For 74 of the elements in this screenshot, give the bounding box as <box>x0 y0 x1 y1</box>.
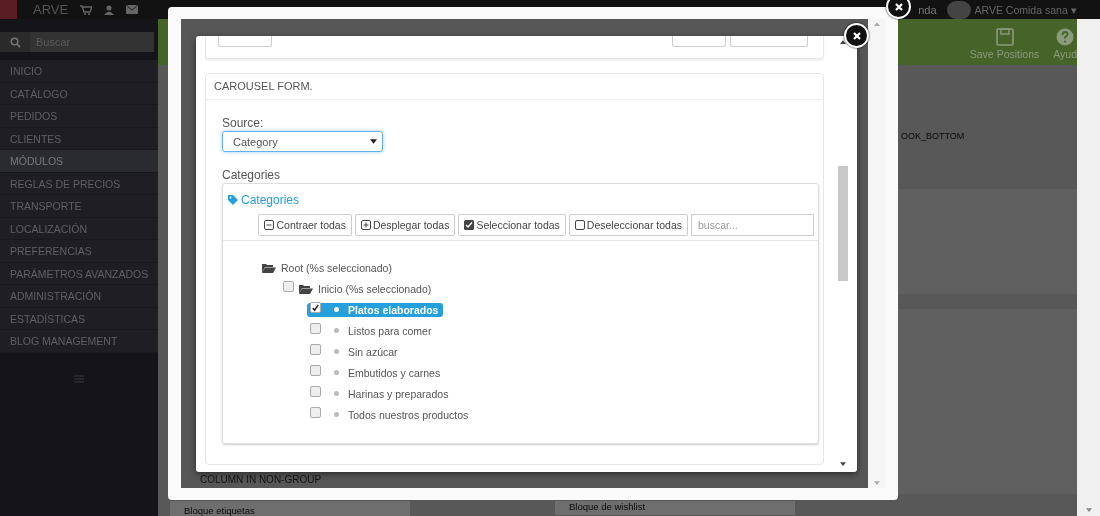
sidebar-item[interactable]: ESTADÍSTICAS <box>0 307 158 330</box>
folder-icon <box>262 262 276 273</box>
hook-label: OOK_BOTTOM <box>901 131 966 141</box>
bullet-icon <box>334 412 339 417</box>
bullet-icon <box>334 391 339 396</box>
user-menu[interactable]: ARVE Comida sana ▾ <box>974 3 1077 16</box>
mail-icon[interactable] <box>126 5 139 14</box>
avatar-icon <box>946 0 971 19</box>
module-card: Bloque etiquetas <box>170 501 410 516</box>
checkbox[interactable] <box>310 386 321 397</box>
tree-action-button[interactable]: Seleccionar todas <box>458 214 566 236</box>
checked-box-icon <box>464 220 475 230</box>
field-label: Categories <box>222 168 281 182</box>
scrollbar[interactable] <box>1077 19 1100 516</box>
checkbox[interactable] <box>310 344 321 355</box>
checkbox[interactable] <box>310 407 321 418</box>
tree-item[interactable]: Harinas y preparados <box>348 387 449 400</box>
source-select[interactable]: Category <box>222 131 383 152</box>
section-label: COLUMN IN NON-GROUP <box>200 474 322 486</box>
tag-icon <box>228 195 238 205</box>
cut-off-button[interactable] <box>672 36 726 47</box>
sidebar-item[interactable]: PREFERENCIAS <box>0 240 158 263</box>
sidebar-item[interactable]: TRANSPORTE <box>0 195 158 218</box>
sidebar-item[interactable]: PEDIDOS <box>0 105 158 128</box>
toolbar-button[interactable]: Ayud <box>1053 28 1077 60</box>
plus-square-icon <box>360 220 371 230</box>
folder-icon <box>299 283 313 294</box>
shop-link[interactable]: nda <box>918 3 937 16</box>
sidebar-item[interactable]: ADMINISTRACIÓN <box>0 285 158 308</box>
tree-item[interactable]: Sin azúcar <box>348 345 398 358</box>
tree-action-button[interactable]: Deseleccionar todas <box>568 214 688 236</box>
sidebar-item[interactable]: PARÁMETROS AVANZADOS <box>0 262 158 285</box>
search-icon[interactable] <box>0 32 30 52</box>
panel-title: CAROUSEL FORM. <box>214 80 313 92</box>
cart-icon[interactable] <box>80 4 93 15</box>
bullet-icon <box>334 349 339 354</box>
tree-item[interactable]: Root (%s seleccionado) <box>281 261 392 274</box>
close-icon[interactable] <box>844 23 869 48</box>
tree-item[interactable]: Listos para comer <box>348 324 432 337</box>
down-arrow-icon[interactable] <box>839 462 846 466</box>
tree-search-field[interactable]: buscar... <box>691 214 814 236</box>
tree-title: Categories <box>228 193 300 207</box>
minus-square-icon <box>264 220 275 230</box>
bullet-icon <box>334 328 339 333</box>
field-label: Source: <box>222 116 264 130</box>
sidebar-item[interactable]: BLOG MANAGEMENT <box>0 330 158 353</box>
caret-icon <box>370 139 377 144</box>
sidebar-item[interactable]: INICIO <box>0 60 158 83</box>
checkbox[interactable] <box>310 365 321 376</box>
tree-item[interactable]: Embutidos y carnes <box>348 366 441 379</box>
scrollbar[interactable] <box>836 40 849 466</box>
close-icon[interactable] <box>886 0 911 19</box>
checkbox[interactable] <box>310 323 321 334</box>
scrollbar-thumb[interactable] <box>837 166 848 281</box>
bullet-icon <box>334 370 339 375</box>
tree-item[interactable]: Todos nuestros productos <box>348 408 469 421</box>
tree-item[interactable]: Inicio (%s seleccionado) <box>318 282 432 295</box>
user-icon[interactable] <box>104 4 115 15</box>
sidebar-item[interactable]: CATÁLOGO <box>0 82 158 105</box>
cut-off-button[interactable] <box>218 36 272 47</box>
sidebar-item[interactable]: LOCALIZACIÓN <box>0 217 158 240</box>
tree-action-button[interactable]: Desplegar todas <box>354 214 456 236</box>
up-arrow-icon[interactable] <box>839 40 846 44</box>
checkbox[interactable] <box>283 281 294 292</box>
toolbar-button[interactable]: Save Positions <box>969 28 1040 60</box>
checkbox[interactable] <box>310 302 321 313</box>
module-card: Bloque de wishlist <box>555 501 795 515</box>
brand-name: ARVE <box>33 2 69 17</box>
cut-off-button[interactable] <box>730 36 808 47</box>
bullet-icon <box>334 307 339 312</box>
sidebar-item[interactable]: REGLAS DE PRECIOS <box>0 172 158 195</box>
tree-action-button[interactable]: Contraer todas <box>258 214 352 236</box>
sidebar-item[interactable]: MÓDULOS <box>0 150 158 173</box>
empty-box-icon <box>574 220 585 230</box>
